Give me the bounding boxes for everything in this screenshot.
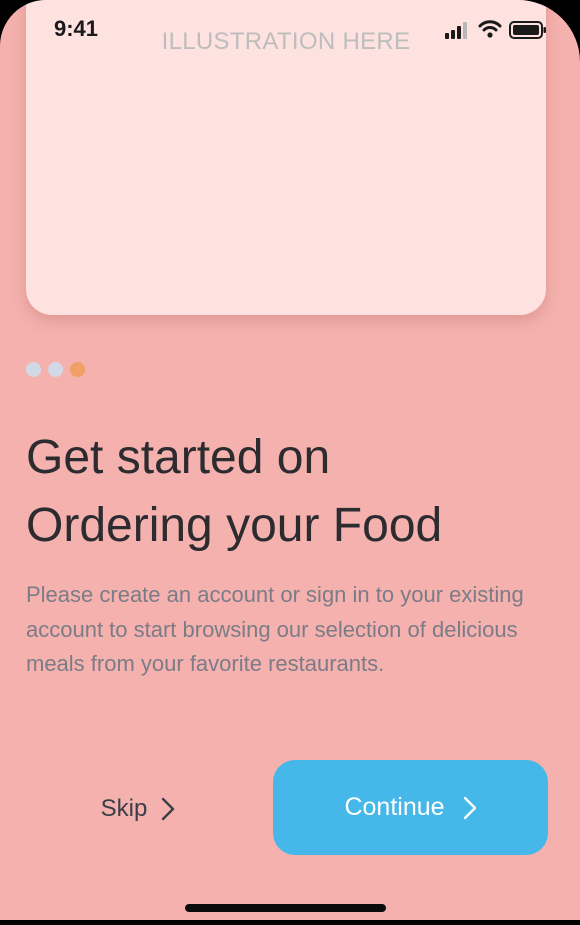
continue-label: Continue — [344, 793, 445, 821]
page-dot[interactable] — [26, 362, 41, 377]
page-indicator — [26, 362, 96, 378]
continue-button[interactable]: Continue — [273, 760, 548, 855]
page-title: Get started on Ordering your Food — [26, 424, 556, 560]
wifi-icon — [478, 19, 502, 39]
battery-icon — [509, 21, 547, 39]
home-indicator[interactable] — [185, 904, 386, 912]
skip-button[interactable]: Skip — [82, 780, 194, 838]
description-text: Please create an account or sign in to y… — [26, 582, 524, 676]
chevron-right-icon — [463, 796, 477, 820]
signal-icon — [445, 21, 469, 39]
page-title-line-2: Ordering your Food — [26, 499, 443, 552]
device-bottom-edge — [0, 920, 580, 925]
onboarding-screen: 9:41 ILLUSTRATION HERE Get started on Or… — [0, 0, 580, 925]
page-title-line-1: Get started on — [26, 431, 331, 484]
status-bar: 9:41 — [0, 0, 580, 58]
skip-label: Skip — [100, 795, 148, 822]
chevron-right-icon — [161, 797, 175, 821]
page-dot-active[interactable] — [70, 362, 85, 377]
page-dot[interactable] — [48, 362, 63, 377]
status-time: 9:41 — [54, 16, 99, 41]
status-icons — [445, 19, 549, 43]
